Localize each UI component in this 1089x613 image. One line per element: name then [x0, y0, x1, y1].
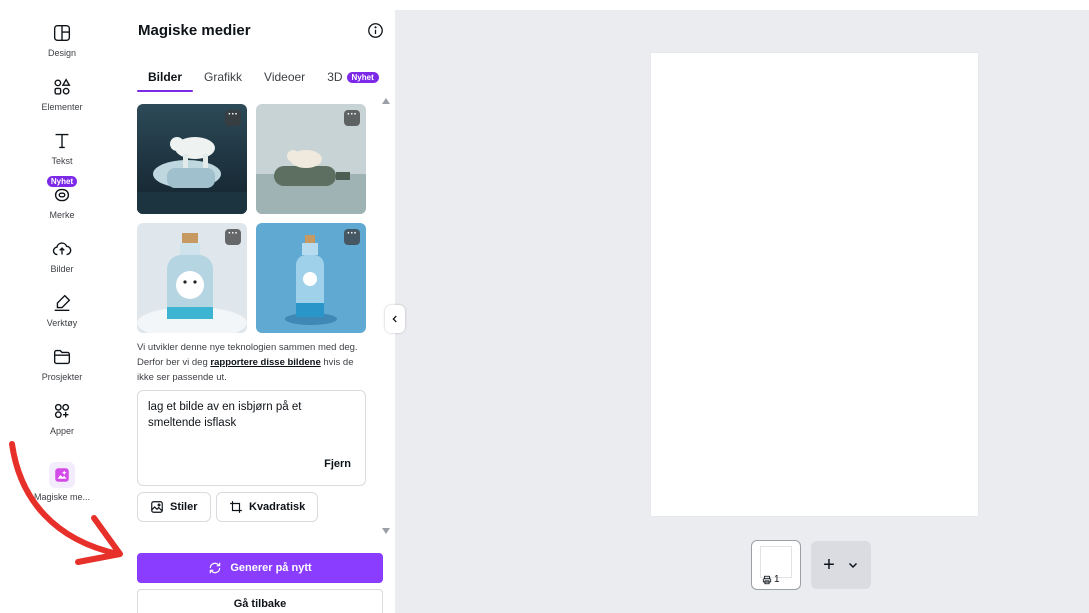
tab-label: Grafikk — [204, 70, 243, 84]
report-images-link[interactable]: rapportere disse bildene — [210, 357, 320, 368]
rail-item-apps[interactable]: Apper — [22, 400, 102, 436]
media-tabs: Bilder Grafikk Videoer 3D Nyhet — [137, 68, 390, 92]
regenerate-button[interactable]: Generer på nytt — [137, 553, 383, 583]
chevron-left-icon — [392, 315, 397, 323]
rail-item-uploads[interactable]: Bilder — [22, 238, 102, 274]
tab-graphics[interactable]: Grafikk — [193, 68, 253, 92]
scroll-down-arrow[interactable] — [382, 528, 390, 534]
rail-label: Merke — [49, 210, 75, 220]
apps-icon — [54, 403, 70, 419]
crop-icon — [230, 501, 242, 513]
plus-icon: + — [823, 554, 835, 576]
page-number-label: 1 — [774, 574, 780, 585]
magic-media-icon — [55, 468, 69, 482]
tab-images[interactable]: Bilder — [137, 68, 194, 92]
page-thumbnail[interactable]: 1 — [751, 540, 801, 590]
tab-3d[interactable]: 3D Nyhet — [316, 68, 390, 92]
new-badge: Nyhet — [346, 72, 379, 83]
styles-button[interactable]: Stiler — [137, 492, 211, 522]
more-options-button[interactable]: ··· — [344, 229, 360, 245]
disclaimer-text: Vi utvikler denne nye teknologien sammen… — [137, 340, 362, 385]
tab-label: Videoer — [264, 70, 306, 84]
design-icon — [53, 24, 71, 42]
rail-label: Design — [47, 48, 76, 58]
prompt-text: lag et bilde av en isbjørn på et smelten… — [148, 401, 302, 429]
cloud-upload-icon — [52, 242, 72, 256]
rail-item-design[interactable]: Design — [22, 22, 102, 58]
canvas-workspace: 1 + — [395, 10, 1089, 613]
rail-label: Bilder — [50, 264, 74, 274]
styles-label: Stiler — [170, 501, 198, 513]
image-style-icon — [151, 501, 163, 513]
aspect-ratio-label: Kvadratisk — [249, 501, 306, 513]
folder-icon — [53, 349, 71, 365]
panel-title: Magiske medier — [138, 22, 251, 39]
rail-item-projects[interactable]: Prosjekter — [22, 346, 102, 382]
tab-videos[interactable]: Videoer — [253, 68, 316, 92]
elements-icon — [54, 78, 71, 95]
pen-icon — [54, 294, 71, 312]
add-page-button[interactable]: + — [811, 541, 871, 589]
regenerate-label: Generer på nytt — [230, 562, 312, 574]
generated-image-3[interactable]: ··· — [137, 223, 247, 333]
rail-item-brand[interactable]: Nyhet Merke — [22, 176, 102, 220]
rail-label: Tekst — [51, 156, 73, 166]
generated-image-2[interactable]: ··· — [256, 104, 366, 214]
text-icon — [55, 133, 69, 149]
rail-item-elements[interactable]: Elementer — [22, 76, 102, 112]
new-badge: Nyhet — [46, 176, 78, 187]
refresh-icon — [210, 562, 221, 574]
rail-item-tools[interactable]: Verktøy — [22, 292, 102, 328]
magic-media-panel: Magiske medier Bilder Grafikk Videoer 3D… — [125, 0, 395, 613]
rail-label: Elementer — [41, 102, 83, 112]
collapse-panel-button[interactable] — [385, 305, 405, 333]
tab-label: 3D — [327, 70, 343, 84]
rail-label: Prosjekter — [41, 372, 83, 382]
more-options-button[interactable]: ··· — [225, 229, 241, 245]
aspect-ratio-button[interactable]: Kvadratisk — [216, 492, 319, 522]
rail-item-text[interactable]: Tekst — [22, 130, 102, 166]
design-page[interactable] — [651, 53, 978, 516]
page-number: 1 — [762, 574, 780, 585]
rail-label: Magiske me... — [33, 492, 91, 502]
brand-icon — [54, 188, 70, 202]
chevron-down-icon[interactable] — [847, 559, 859, 571]
go-back-button[interactable]: Gå tilbake — [137, 589, 383, 613]
magic-media-active-box — [49, 462, 75, 488]
prompt-input[interactable]: lag et bilde av en isbjørn på et smelten… — [137, 390, 366, 486]
generated-image-1[interactable]: ··· — [137, 104, 247, 214]
generated-image-4[interactable]: ··· — [256, 223, 366, 333]
more-options-button[interactable]: ··· — [344, 110, 360, 126]
tab-label: Bilder — [148, 70, 183, 84]
rail-label: Apper — [49, 426, 75, 436]
more-options-button[interactable]: ··· — [225, 110, 241, 126]
go-back-label: Gå tilbake — [233, 598, 287, 610]
left-rail: Design Elementer Tekst Nyhet Merke Bilde… — [0, 0, 125, 613]
print-icon — [762, 575, 772, 584]
remove-button[interactable]: Fjern — [324, 456, 351, 472]
rail-label: Verktøy — [46, 318, 78, 328]
rail-item-magic-media[interactable]: Magiske me... — [22, 462, 102, 502]
scroll-up-arrow[interactable] — [382, 98, 390, 104]
info-icon[interactable] — [367, 22, 384, 39]
